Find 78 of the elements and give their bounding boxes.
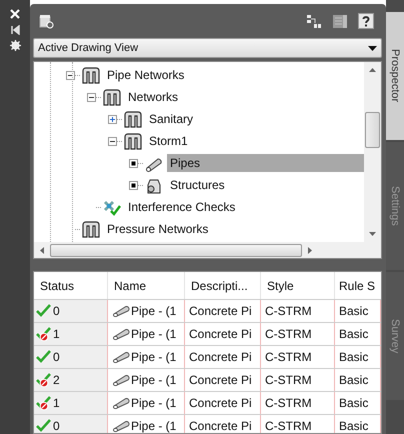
network-icon [81,66,101,84]
table-cell: Concrete Pi [185,323,261,345]
tree-item[interactable]: Interference Checks [125,198,238,216]
horizontal-scrollbar[interactable] [34,242,381,258]
scroll-thumb[interactable] [50,244,302,256]
table-cell: C-STRM [261,392,335,414]
tree-item[interactable]: Sanitary [146,110,196,128]
tree-item[interactable]: Structures [167,176,228,194]
network-icon [123,110,143,128]
selected-tree-item[interactable]: Pipes [167,154,364,172]
status-count: 0 [53,350,60,364]
column-header[interactable]: Rule S [335,272,381,299]
table-cell: Concrete Pi [185,300,261,322]
help-icon[interactable] [358,13,374,29]
column-header[interactable]: Descripti... [185,272,261,299]
table-cell: Concrete Pi [185,415,261,433]
view-dropdown[interactable]: Active Drawing View [33,38,382,58]
status-count: 1 [53,396,60,410]
network-icon [102,88,122,106]
table-cell: C-STRM [261,323,335,345]
interference-icon [102,198,122,216]
column-header[interactable]: Name [108,272,185,299]
column-header[interactable]: Status [34,272,108,299]
network-icon [81,220,101,238]
caret-icon [368,46,377,50]
pipe-icon [112,397,130,409]
column-header[interactable]: Style [261,272,335,299]
pipe-name: Pipe - (1 [131,304,176,318]
table-cell: Basic [335,369,381,391]
tree-item[interactable]: Networks [125,88,182,106]
table-cell: Concrete Pi [185,369,261,391]
side-tab[interactable]: Prospector [386,12,404,140]
table-cell: Basic [335,323,381,345]
list-view-icon[interactable] [332,14,348,28]
status-count: 1 [53,327,60,341]
preview-icon[interactable] [39,14,55,28]
table-cell: Concrete Pi [185,346,261,368]
scroll-left-icon[interactable] [40,246,44,254]
table-cell: Basic [335,346,381,368]
scroll-down-icon[interactable] [369,232,376,236]
table-cell: Basic [335,300,381,322]
table-cell: Basic [335,392,381,414]
expander-box[interactable] [129,158,138,168]
table-cell: C-STRM [261,300,335,322]
tree-item[interactable]: Pipe Networks [104,66,188,84]
scroll-thumb[interactable] [365,112,380,148]
collapse-icon[interactable] [87,92,96,102]
tree-item[interactable]: Pressure Networks [104,220,212,238]
status-count: 0 [53,304,60,318]
expand-icon[interactable] [108,114,117,124]
vertical-scrollbar[interactable] [364,62,381,242]
table-cell: Basic [335,415,381,433]
pipe-name: Pipe - (1 [131,396,176,410]
pipe-icon [112,305,130,317]
status-count: 2 [53,373,60,387]
pipe-name: Pipe - (1 [131,373,176,387]
table-cell: C-STRM [261,346,335,368]
expander-box[interactable] [129,180,138,190]
pipe-name: Pipe - (1 [131,419,176,433]
pipe-name: Pipe - (1 [131,327,176,341]
structure-view-icon[interactable] [306,14,322,28]
network-icon [123,132,143,150]
tree-item[interactable]: Storm1 [146,132,191,150]
status-count: 0 [53,419,60,433]
pipe-icon [112,328,130,340]
pipe-icon [112,351,130,363]
pipe-icon [112,374,130,386]
scroll-up-icon[interactable] [369,68,376,72]
collapse-icon[interactable] [108,136,117,146]
collapse-icon[interactable] [66,70,75,80]
pipe-name: Pipe - (1 [131,350,176,364]
settings-icon[interactable] [10,40,20,51]
table-cell: C-STRM [261,369,335,391]
table-cell: C-STRM [261,415,335,433]
scroll-right-icon[interactable] [308,246,312,254]
table-cell: Concrete Pi [185,392,261,414]
close-icon[interactable] [10,8,20,19]
pin-icon[interactable] [10,24,20,35]
